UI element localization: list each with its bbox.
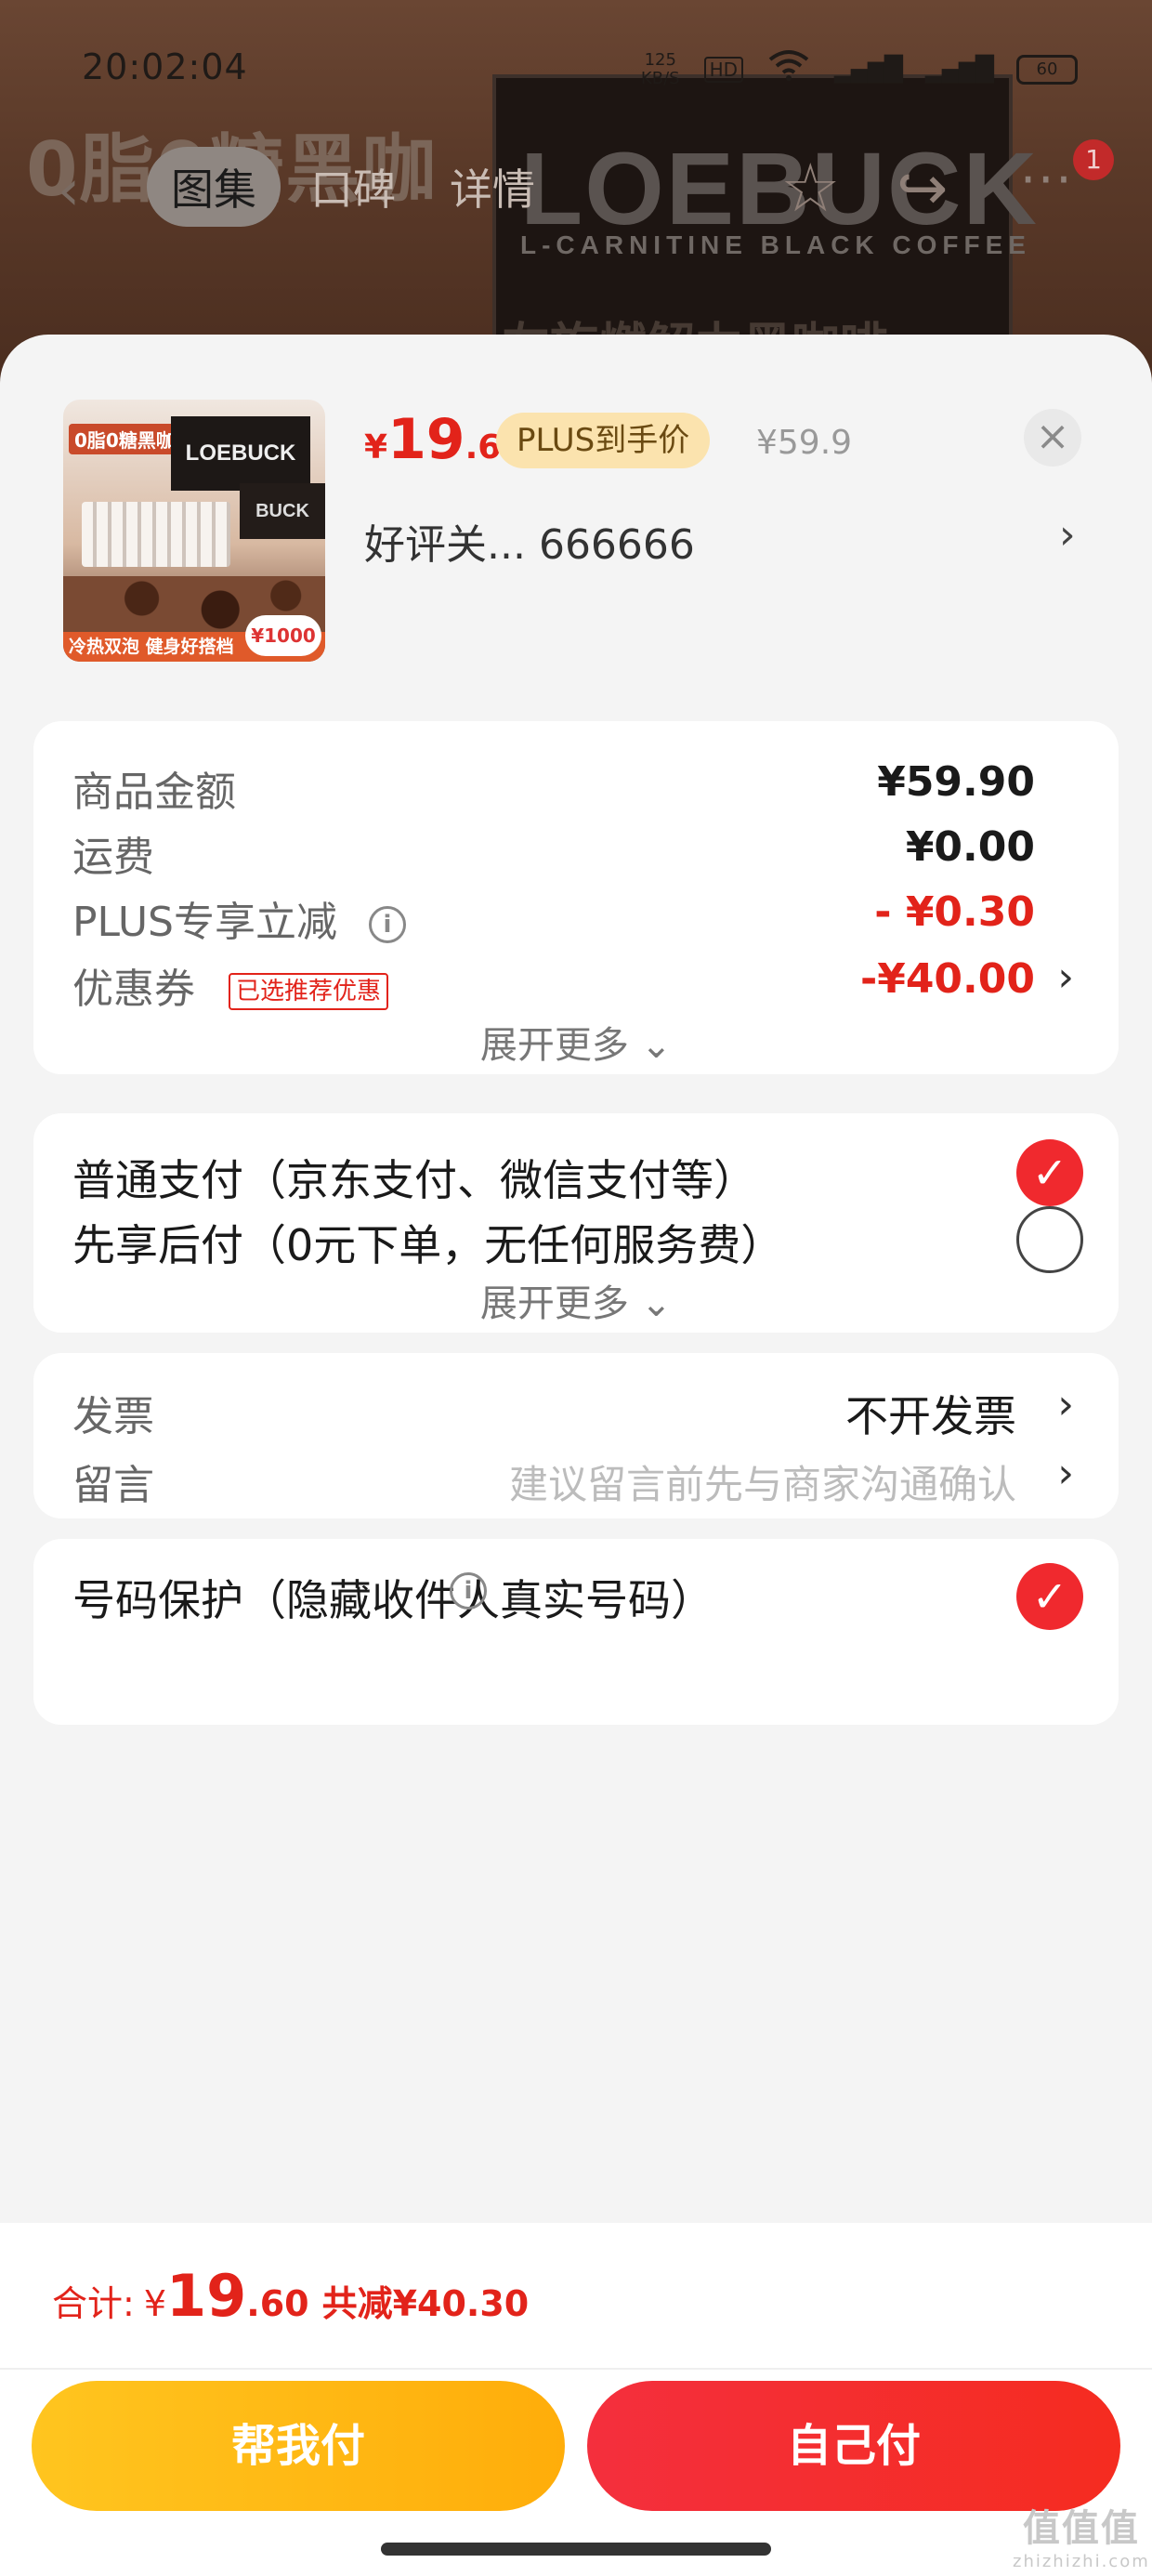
plus-price-tag: PLUS到手价: [496, 413, 711, 468]
home-indicator[interactable]: [381, 2543, 771, 2556]
privacy-label: 号码保护（隐藏收件人真实号码）: [72, 1575, 713, 1625]
tab-gallery[interactable]: 图集: [147, 147, 281, 227]
price-decimal: .6: [465, 428, 502, 467]
tab-details[interactable]: 详情: [425, 147, 559, 227]
expand-more-label: 展开更多: [479, 1282, 629, 1325]
pay-myself-button[interactable]: 自己付: [587, 2381, 1120, 2511]
coupon-tag: 已选推荐优惠: [229, 973, 389, 1010]
background-product-page: 0脂0糖黑咖 LOEBUCK L-CARNITINE BLACK COFFEE …: [0, 0, 1152, 390]
product-thumbnail[interactable]: 0脂0糖黑咖 LOEBUCK BUCK 冷热双泡 健身好搭档 ¥1000: [63, 400, 325, 662]
total-integer: 19: [166, 2262, 247, 2330]
bottom-bar: 合计: ¥ 19 .60 共减¥40.30 帮我付 自己付 值值值 zhizhi…: [0, 2223, 1152, 2576]
battery-icon: 60: [1016, 54, 1078, 85]
row-label: 运费: [72, 834, 154, 881]
unchecked-radio[interactable]: [1016, 1206, 1083, 1273]
chevron-down-icon: ⌄: [640, 1024, 673, 1067]
row-value: - ¥0.30: [874, 888, 1035, 936]
chevron-down-icon: ⌄: [640, 1282, 673, 1325]
price-summary-card: 商品金额 ¥59.90 运费 ¥0.00 PLUS专享立减 i - ¥0.30 …: [33, 721, 1119, 1074]
product-name[interactable]: 好评关... 666666: [364, 511, 695, 571]
thumb-slogan: 0脂0糖黑咖: [69, 424, 180, 454]
thumb-badge: ¥1000: [245, 615, 321, 656]
total-saved: 共减¥40.30: [321, 2283, 530, 2324]
signal-icon-2: ▂▄▆█: [925, 55, 994, 84]
status-time: 20:02:04: [82, 46, 248, 87]
invoice-note-card: 发票 不开发票 › 留言 建议留言前先与商家沟通确认 ›: [33, 1353, 1119, 1518]
payment-method-card: 普通支付（京东支付、微信支付等） ✓ 先享后付（0元下单，无任何服务费） 展开更…: [33, 1113, 1119, 1333]
chevron-right-icon[interactable]: ›: [1059, 511, 1076, 559]
info-icon[interactable]: i: [450, 1572, 487, 1610]
row-shipping: 运费 ¥0.00: [72, 823, 1035, 883]
status-bar: 20:02:04 125 KB/S HD ▂▄▆█ ▂▄▆█ 60: [0, 37, 1152, 102]
star-outline-icon[interactable]: ☆: [780, 149, 841, 227]
net-speed: 125 KB/S: [640, 49, 680, 88]
row-label: 优惠券: [72, 966, 195, 1013]
note-placeholder: 建议留言前先与商家沟通确认: [508, 1462, 1016, 1507]
expand-more-button[interactable]: 展开更多 ⌄: [33, 1015, 1119, 1069]
total-summary: 合计: ¥ 19 .60 共减¥40.30: [52, 2262, 529, 2330]
row-label: 商品金额: [72, 769, 236, 816]
signal-icon-1: ▂▄▆█: [834, 55, 903, 84]
thumb-sticks: [82, 502, 230, 567]
tab-reviews[interactable]: 口碑: [286, 147, 420, 227]
watermark-url: zhizhizhi.com: [1013, 2552, 1150, 2571]
checked-icon[interactable]: ✓: [1016, 1139, 1083, 1206]
privacy-card: 号码保护（隐藏收件人真实号码） i ✓: [33, 1539, 1119, 1725]
close-icon[interactable]: ×: [1024, 409, 1081, 467]
row-plus-discount: PLUS专享立减 i - ¥0.30: [72, 888, 1035, 948]
watermark: 值值值 zhizhizhi.com: [1013, 2498, 1150, 2571]
total-decimal: .60: [246, 2283, 309, 2324]
row-value: ¥59.90: [877, 758, 1035, 806]
share-icon[interactable]: ↪: [897, 152, 948, 224]
price-currency: ¥: [364, 428, 388, 467]
expand-more-label: 展开更多: [479, 1024, 629, 1067]
original-price: ¥59.9: [756, 424, 853, 462]
chevron-right-icon[interactable]: ›: [1057, 953, 1074, 1001]
product-header: 0脂0糖黑咖 LOEBUCK BUCK 冷热双泡 健身好搭档 ¥1000 ¥ 1…: [0, 335, 1152, 678]
help-me-pay-button[interactable]: 帮我付: [32, 2381, 565, 2511]
status-icons: 125 KB/S HD ▂▄▆█ ▂▄▆█ 60: [641, 48, 1078, 90]
checked-icon[interactable]: ✓: [1016, 1563, 1083, 1630]
price-integer: 19: [387, 407, 465, 472]
row-value: -¥40.00: [859, 955, 1035, 1003]
wifi-icon: [767, 48, 810, 90]
row-coupon[interactable]: 优惠券 已选推荐优惠 -¥40.00: [72, 955, 1035, 1015]
invoice-value: 不开发票: [845, 1391, 1016, 1441]
total-currency: ¥: [143, 2283, 166, 2324]
expand-more-button[interactable]: 展开更多 ⌄: [33, 1273, 1119, 1327]
row-value: ¥0.00: [905, 823, 1035, 871]
payment-option-normal[interactable]: 普通支付（京东支付、微信支付等）: [72, 1147, 756, 1208]
more-dots-icon[interactable]: ···: [1020, 151, 1074, 209]
info-icon[interactable]: i: [369, 906, 406, 943]
chevron-left-icon[interactable]: ‹: [58, 158, 80, 223]
row-label: PLUS专享立减: [72, 899, 337, 946]
payment-option-pay-later[interactable]: 先享后付（0元下单，无任何服务费）: [72, 1212, 783, 1273]
total-label: 合计:: [52, 2283, 135, 2324]
divider: [0, 2368, 1152, 2370]
chevron-right-icon[interactable]: ›: [1057, 1381, 1074, 1428]
thumb-brand: LOEBUCK: [171, 416, 310, 491]
top-nav: ‹ 图集 口碑 详情 ☆ ↪ ··· 1: [0, 139, 1152, 232]
background-brand-sub: L-CARNITINE BLACK COFFEE: [520, 230, 1031, 259]
chevron-right-icon[interactable]: ›: [1057, 1450, 1074, 1497]
thumb-brand-small: BUCK: [240, 483, 325, 539]
watermark-logo: 值值值: [1022, 2507, 1140, 2550]
nav-tabs: 图集 口碑 详情: [147, 147, 559, 227]
hd-icon: HD: [703, 56, 744, 83]
plus-price: ¥ 19 .6: [364, 407, 501, 472]
notification-badge: 1: [1073, 139, 1114, 180]
row-goods-amount: 商品金额 ¥59.90: [72, 758, 1035, 818]
